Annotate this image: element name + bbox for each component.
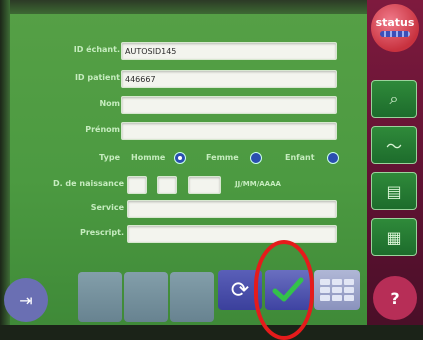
prenom-label: Prénom — [85, 125, 120, 134]
id-patient-label: ID patient — [74, 73, 120, 82]
date-format-hint: JJ/MM/AAAA — [235, 180, 281, 188]
analyzer-button[interactable]: ▦ — [371, 218, 417, 256]
row-service: Service — [0, 200, 124, 220]
help-icon: ? — [390, 288, 400, 308]
keyboard-button[interactable] — [314, 270, 360, 310]
top-bezel — [0, 0, 423, 14]
patient-search-button[interactable]: ⌕ — [371, 80, 417, 118]
id-sample-field[interactable]: AUTOSID145 — [121, 42, 337, 60]
waveform-icon: 〜 — [385, 137, 402, 156]
refresh-icon: ⟳ — [230, 277, 250, 303]
row-prescript: Prescript. — [0, 225, 124, 245]
birth-day-field[interactable] — [127, 176, 147, 194]
type-label: Type — [99, 153, 120, 162]
id-sample-label: ID échant. — [73, 45, 120, 54]
curve-button[interactable]: 〜 — [371, 126, 417, 164]
grid-icon: ▦ — [386, 227, 402, 247]
nom-field[interactable] — [121, 96, 337, 114]
row-nom: Nom — [0, 96, 120, 116]
birth-year-field[interactable] — [188, 176, 221, 194]
row-prenom: Prénom — [0, 122, 120, 142]
report-button[interactable]: ▤ — [371, 172, 417, 210]
birth-month-field[interactable] — [157, 176, 177, 194]
row-id-sample: ID échant. — [0, 42, 120, 62]
type-option-enfant[interactable]: Enfant — [285, 153, 315, 162]
annotation-circle — [254, 240, 314, 340]
id-patient-field[interactable]: 446667 — [121, 70, 337, 88]
exit-button[interactable]: ⇥ — [4, 278, 48, 322]
type-option-homme[interactable]: Homme — [131, 153, 165, 162]
service-label: Service — [90, 203, 124, 212]
radio-femme[interactable] — [250, 152, 262, 164]
document-icon: ▤ — [386, 181, 402, 201]
row-type: Type — [0, 150, 120, 170]
radio-enfant[interactable] — [327, 152, 339, 164]
prenom-field[interactable] — [121, 122, 337, 140]
toolbar-slot-1[interactable] — [78, 272, 122, 322]
help-button[interactable]: ? — [373, 276, 417, 320]
row-birthdate: D. de naissance — [0, 176, 124, 196]
status-label: status — [375, 16, 415, 29]
prescript-field[interactable] — [127, 225, 337, 243]
row-id-patient: ID patient — [0, 70, 120, 90]
status-indicator — [380, 31, 410, 37]
toolbar-slot-2[interactable] — [124, 272, 168, 322]
toolbar-slot-3[interactable] — [170, 272, 214, 322]
birthdate-label: D. de naissance — [52, 179, 124, 188]
type-option-femme[interactable]: Femme — [206, 153, 239, 162]
radio-homme[interactable] — [174, 152, 186, 164]
prescript-label: Prescript. — [79, 228, 124, 237]
nom-label: Nom — [99, 99, 120, 108]
status-button[interactable]: status — [371, 4, 419, 52]
patient-search-icon: ⌕ — [389, 89, 399, 108]
service-field[interactable] — [127, 200, 337, 218]
exit-icon: ⇥ — [19, 290, 33, 310]
